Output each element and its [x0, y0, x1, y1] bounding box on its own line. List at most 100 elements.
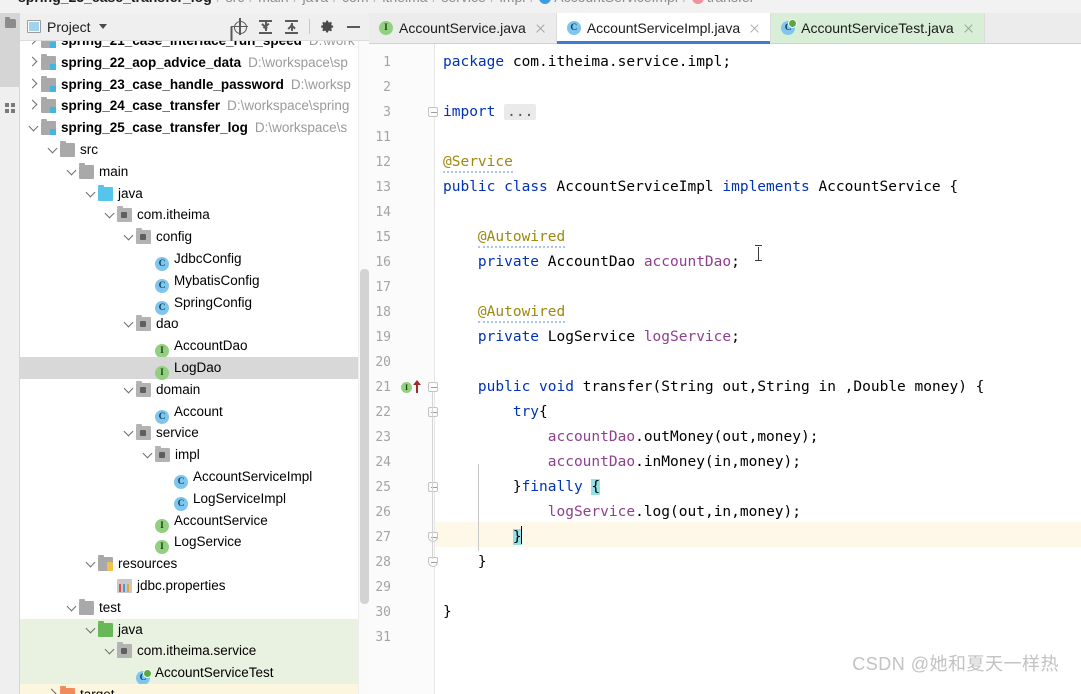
- chevron-down-icon[interactable]: [104, 644, 116, 656]
- tree-node-spring-25-case-transfer-log[interactable]: spring_25_case_transfer_log D:\workspace\…: [20, 117, 369, 139]
- code-content[interactable]: package com.itheima.service.impl; import …: [435, 44, 1081, 694]
- code-line-25[interactable]: }finally {: [443, 475, 601, 500]
- code-line-16[interactable]: private AccountDao accountDao;: [443, 250, 740, 275]
- code-line-28[interactable]: }: [443, 550, 487, 575]
- code-line-15[interactable]: @Autowired: [443, 225, 566, 250]
- code-line-12[interactable]: @Service: [443, 150, 513, 175]
- code-line-21[interactable]: public void transfer(String out,String i…: [443, 375, 984, 400]
- chevron-right-icon[interactable]: [28, 56, 40, 68]
- hide-icon[interactable]: [345, 18, 362, 35]
- chevron-down-icon[interactable]: [85, 623, 97, 635]
- breadcrumb-segment[interactable]: src: [226, 0, 245, 5]
- editor-tab-accountservice-java[interactable]: I AccountService.java: [369, 13, 557, 43]
- fold-placeholder[interactable]: ...: [504, 104, 537, 120]
- implements-arrow-icon[interactable]: [413, 380, 421, 393]
- project-panel-title-group[interactable]: Project: [27, 19, 107, 35]
- tree-node-test[interactable]: test: [20, 597, 369, 619]
- chevron-right-icon[interactable]: [28, 41, 40, 46]
- chevron-down-icon[interactable]: [123, 230, 135, 242]
- chevron-right-icon[interactable]: [47, 688, 59, 694]
- chevron-down-icon[interactable]: [28, 121, 40, 133]
- tree-node-logserviceimpl[interactable]: C LogServiceImpl: [20, 488, 369, 511]
- code-line-19[interactable]: private LogService logService;: [443, 325, 740, 350]
- code-line-1[interactable]: package com.itheima.service.impl;: [443, 50, 731, 75]
- tree-node-java[interactable]: java: [20, 618, 369, 641]
- tree-node-domain[interactable]: domain: [20, 379, 369, 401]
- code-line-23[interactable]: accountDao.outMoney(out,money);: [443, 425, 819, 450]
- tree-node-com-itheima-service[interactable]: com.itheima.service: [20, 640, 369, 663]
- scrollbar-thumb[interactable]: [360, 269, 369, 604]
- code-line-18[interactable]: @Autowired: [443, 300, 566, 325]
- breadcrumb-segment[interactable]: AccountServiceImpl: [554, 0, 678, 5]
- implementing-method-icon[interactable]: I: [401, 382, 412, 393]
- project-tree-scrollbar[interactable]: [358, 41, 369, 694]
- settings-gear-icon[interactable]: [319, 18, 336, 35]
- breadcrumb-segment[interactable]: service: [441, 0, 485, 5]
- breadcrumb-segment[interactable]: spring_25_case_transfer_log: [18, 0, 212, 5]
- breadcrumb-segment[interactable]: main: [258, 0, 288, 5]
- code-line-27[interactable]: }: [443, 525, 523, 550]
- code-line-26[interactable]: logService.log(out,in,money);: [443, 500, 801, 525]
- tree-node-accountserviceimpl[interactable]: C AccountServiceImpl: [20, 466, 369, 489]
- code-line-30[interactable]: }: [443, 600, 452, 625]
- tree-node-spring-24-case-transfer[interactable]: spring_24_case_transfer D:\workspace\spri…: [20, 95, 369, 117]
- code-line-13[interactable]: public class AccountServiceImpl implemen…: [443, 175, 958, 200]
- close-icon[interactable]: [748, 22, 761, 35]
- code-line-22[interactable]: try{: [443, 400, 548, 425]
- code-line-24[interactable]: accountDao.inMoney(in,money);: [443, 450, 801, 475]
- tree-node-target[interactable]: target: [20, 683, 369, 694]
- tree-node-dao[interactable]: dao: [20, 313, 369, 335]
- code-editor[interactable]: 1 2 3 11 12 13 14 15 16 17 18 19 20 21 22 23 24 25 26 27 28 2…: [369, 44, 1081, 694]
- breadcrumb-segment[interactable]: java: [302, 0, 328, 5]
- tree-node-logservice[interactable]: I LogService: [20, 531, 369, 555]
- chevron-down-icon[interactable]: [98, 24, 107, 29]
- chevron-down-icon[interactable]: [123, 426, 135, 438]
- close-icon[interactable]: [534, 22, 547, 35]
- tree-node-logdao[interactable]: I LogDao: [20, 356, 369, 380]
- project-tree[interactable]: spring_21_case_interface_run_speed D:\wor…: [20, 41, 369, 694]
- tree-node-accountdao[interactable]: I AccountDao: [20, 335, 369, 359]
- tree-node-spring-23-case-handle-password[interactable]: spring_23_case_handle_password D:\worksp: [20, 74, 369, 96]
- tree-node-mybatisconfig[interactable]: C MybatisConfig: [20, 270, 369, 293]
- locate-icon[interactable]: [231, 18, 248, 35]
- chevron-down-icon[interactable]: [66, 601, 78, 613]
- chevron-down-icon[interactable]: [85, 557, 97, 569]
- tree-node-config[interactable]: config: [20, 226, 369, 248]
- tree-node-java[interactable]: java: [20, 183, 369, 205]
- code-line-3[interactable]: import ...: [443, 100, 537, 125]
- chevron-down-icon[interactable]: [104, 208, 116, 220]
- tree-node-com-itheima[interactable]: com.itheima: [20, 204, 369, 226]
- tree-node-account[interactable]: C Account: [20, 401, 369, 424]
- chevron-down-icon[interactable]: [142, 448, 154, 460]
- breadcrumb-segment[interactable]: com: [342, 0, 368, 5]
- tool-tab-structure[interactable]: Structure: [0, 97, 20, 183]
- tree-node-jdbcconfig[interactable]: C JdbcConfig: [20, 248, 369, 271]
- tool-tab-project[interactable]: Project: [0, 13, 20, 87]
- tree-node-src[interactable]: src: [20, 139, 369, 161]
- chevron-down-icon[interactable]: [123, 317, 135, 329]
- expand-all-icon[interactable]: [257, 18, 274, 35]
- chevron-down-icon[interactable]: [85, 187, 97, 199]
- tree-node-spring-21-case-interface-run-speed[interactable]: spring_21_case_interface_run_speed D:\wor…: [20, 41, 369, 52]
- tree-node-accountservice[interactable]: I AccountService: [20, 510, 369, 533]
- tree-node-accountservicetest[interactable]: C AccountServiceTest: [20, 662, 369, 686]
- tree-node-jdbc-properties[interactable]: jdbc.properties: [20, 575, 369, 597]
- tree-node-impl[interactable]: impl: [20, 444, 369, 466]
- chevron-down-icon[interactable]: [47, 143, 59, 155]
- tree-node-main[interactable]: main: [20, 161, 369, 183]
- tree-node-springconfig[interactable]: C SpringConfig: [20, 292, 369, 315]
- collapse-all-icon[interactable]: [283, 18, 300, 35]
- breadcrumb[interactable]: spring_25_case_transfer_log/src/main/jav…: [0, 0, 1081, 13]
- gutter-markers[interactable]: 1 2 3 11 12 13 14 15 16 17 18 19 20 21 22 23 24 25 26 27 28 2…: [369, 44, 438, 694]
- breadcrumb-segment[interactable]: transfer: [707, 0, 754, 5]
- chevron-right-icon[interactable]: [28, 99, 40, 111]
- tree-node-service[interactable]: service: [20, 422, 369, 444]
- chevron-down-icon[interactable]: [66, 165, 78, 177]
- tree-node-spring-22-aop-advice-data[interactable]: spring_22_aop_advice_data D:\workspace\sp: [20, 52, 369, 74]
- chevron-down-icon[interactable]: [123, 383, 135, 395]
- tree-node-resources[interactable]: resources: [20, 553, 369, 575]
- close-icon[interactable]: [962, 22, 975, 35]
- editor-tab-accountserviceimpl-java[interactable]: C AccountServiceImpl.java: [556, 13, 772, 44]
- breadcrumb-segment[interactable]: itheima: [382, 0, 427, 5]
- chevron-right-icon[interactable]: [28, 78, 40, 90]
